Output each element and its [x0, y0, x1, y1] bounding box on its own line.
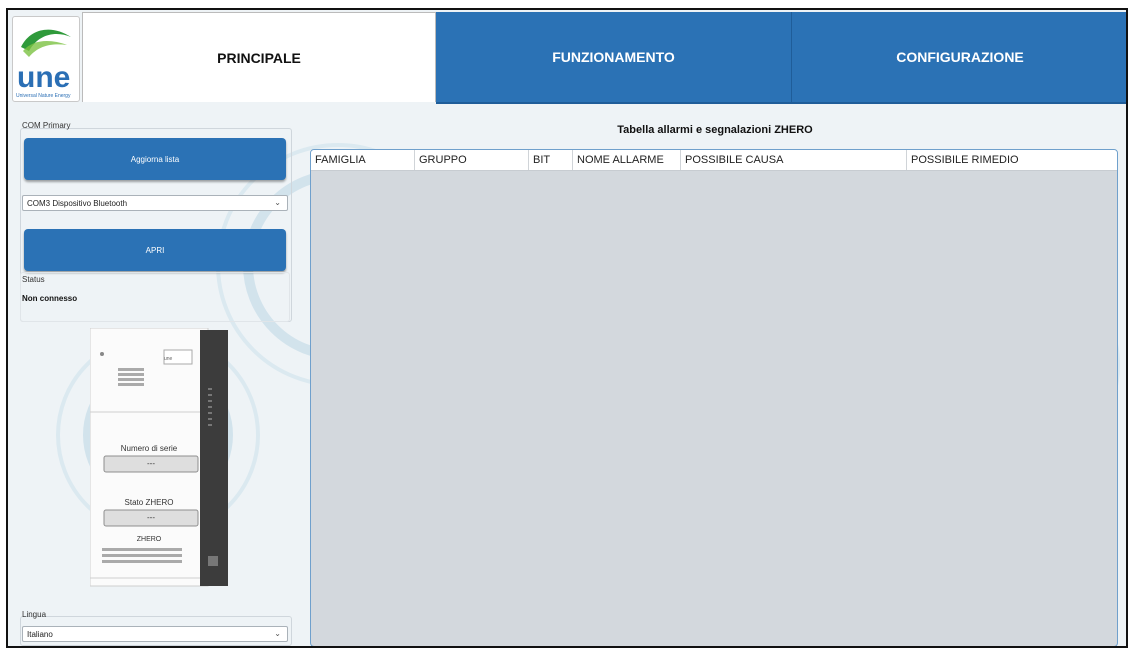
serial-number-label: Numero di serie [120, 444, 178, 453]
zhero-device-image: une Numero di serie --- Stato ZHERO --- … [89, 327, 230, 592]
alarms-table-header: FAMIGLIA GRUPPO BIT NOME ALLARME POSSIBI… [311, 150, 1117, 171]
une-logo-graphic: une Universal Nature Energy [16, 29, 71, 99]
tab-principale[interactable]: PRINCIPALE [82, 12, 436, 102]
column-header-famiglia[interactable]: FAMIGLIA [311, 150, 415, 170]
chevron-down-icon: ⌄ [274, 629, 281, 639]
status-value: Non connesso [22, 294, 78, 303]
com-port-select[interactable]: COM3 Dispositivo Bluetooth ⌄ [22, 195, 288, 211]
alarms-table-title: Tabella allarmi e segnalazioni ZHERO [617, 124, 813, 136]
chevron-down-icon: ⌄ [274, 198, 281, 208]
alarms-table[interactable]: FAMIGLIA GRUPPO BIT NOME ALLARME POSSIBI… [310, 149, 1118, 646]
zhero-state-label: Stato ZHERO [124, 498, 174, 507]
language-select[interactable]: Italiano ⌄ [22, 626, 288, 642]
logo-brand-text: une [17, 61, 70, 94]
une-logo: une Universal Nature Energy [12, 16, 80, 102]
refresh-list-button[interactable]: Aggiorna lista [24, 138, 286, 180]
alarms-table-body [311, 171, 1117, 646]
language-select-value: Italiano [27, 629, 53, 639]
language-label: Lingua [22, 610, 47, 619]
refresh-list-label: Aggiorna lista [130, 154, 180, 164]
open-port-button[interactable]: APRI [24, 229, 286, 271]
tab-principale-label: PRINCIPALE [217, 49, 301, 66]
tab-funzionamento-label: FUNZIONAMENTO [552, 49, 675, 65]
com-port-select-value: COM3 Dispositivo Bluetooth [27, 198, 128, 208]
device-brand-label: une [164, 356, 173, 362]
tab-configurazione[interactable]: CONFIGURAZIONE [792, 12, 1126, 102]
status-label: Status [22, 275, 45, 284]
com-primary-label: COM Primary [22, 121, 71, 130]
serial-number-field: --- [147, 459, 155, 468]
column-header-gruppo[interactable]: GRUPPO [415, 150, 529, 170]
tab-underline [436, 102, 1126, 104]
zhero-state-field: --- [147, 513, 155, 522]
column-header-bit[interactable]: BIT [529, 150, 573, 170]
app-window: une Universal Nature Energy PRINCIPALE F… [6, 8, 1128, 648]
column-header-possibile-rimedio[interactable]: POSSIBILE RIMEDIO [907, 150, 1117, 170]
column-header-possibile-causa[interactable]: POSSIBILE CAUSA [681, 150, 907, 170]
tab-funzionamento[interactable]: FUNZIONAMENTO [436, 12, 792, 102]
zhero-model-label: ZHERO [136, 536, 162, 543]
open-port-label: APRI [145, 245, 165, 255]
column-header-nome-allarme[interactable]: NOME ALLARME [573, 150, 681, 170]
logo-tagline: Universal Nature Energy [16, 93, 71, 99]
tab-configurazione-label: CONFIGURAZIONE [896, 49, 1024, 65]
